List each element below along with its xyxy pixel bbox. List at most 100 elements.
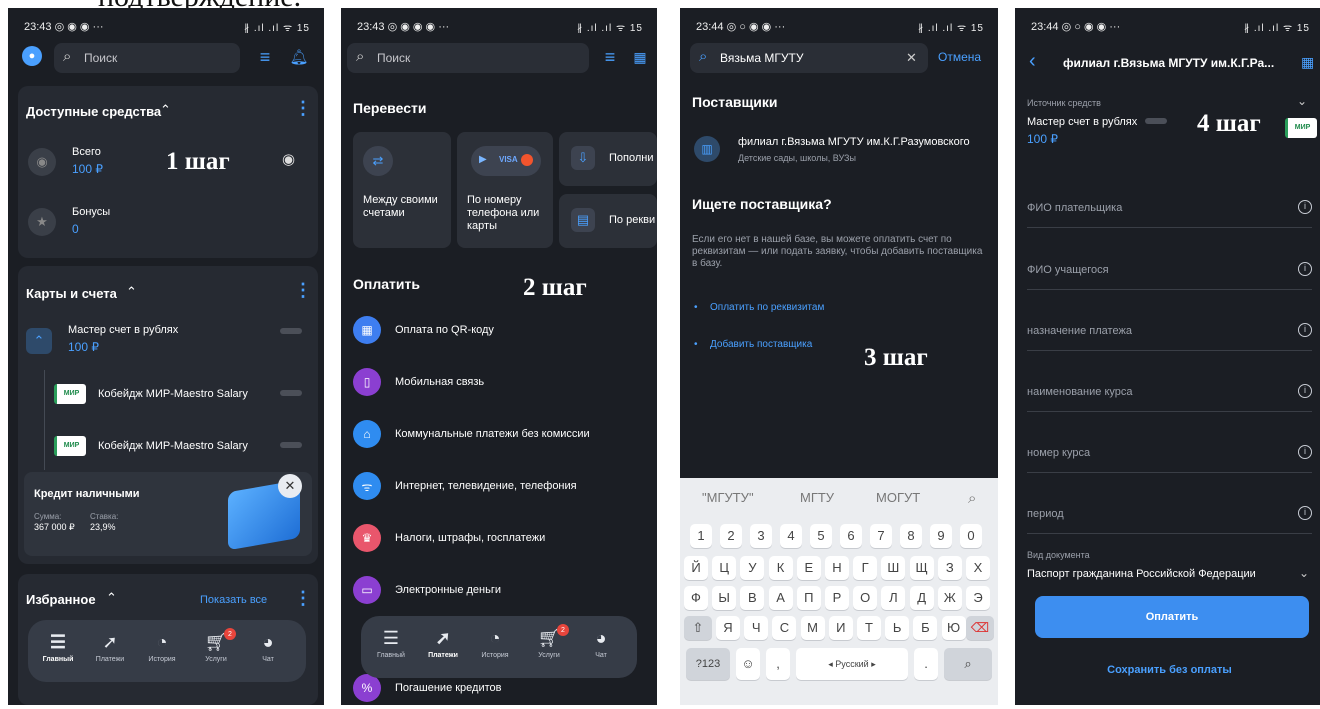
course-number-field[interactable]: номер курса i bbox=[1027, 429, 1312, 473]
letter-key[interactable]: О bbox=[853, 586, 878, 610]
letter-key[interactable]: Ш bbox=[881, 556, 906, 580]
digit-key[interactable]: 6 bbox=[840, 524, 862, 548]
eye-icon[interactable]: ◉ bbox=[282, 150, 295, 168]
shift-key[interactable]: ⇧ bbox=[684, 616, 712, 640]
letter-key[interactable]: Ц bbox=[712, 556, 737, 580]
more-icon[interactable]: ⋮ bbox=[294, 280, 312, 301]
digit-key[interactable]: 2 bbox=[720, 524, 742, 548]
letter-key[interactable]: Щ bbox=[909, 556, 934, 580]
supplier-name[interactable]: филиал г.Вязьма МГУТУ им.К.Г.Разумовског… bbox=[738, 136, 970, 148]
nav-home[interactable]: ☰ Главный bbox=[36, 632, 80, 663]
chevron-down-icon[interactable]: ⌄ bbox=[1297, 94, 1307, 108]
close-icon[interactable]: ✕ bbox=[278, 474, 302, 498]
suggestion[interactable]: "МГУТУ" bbox=[702, 490, 754, 505]
suggestion[interactable]: МГТУ bbox=[800, 490, 834, 505]
letter-key[interactable]: Э bbox=[966, 586, 990, 610]
letter-key[interactable]: Ь bbox=[885, 616, 910, 640]
document-type-select[interactable]: Вид документа Паспорт гражданина Российс… bbox=[1027, 546, 1317, 592]
letter-key[interactable]: С bbox=[772, 616, 797, 640]
pay-button[interactable]: Оплатить bbox=[1035, 596, 1309, 638]
letter-key[interactable]: Ч bbox=[744, 616, 769, 640]
nav-payments[interactable]: ➚ Платежи bbox=[421, 628, 465, 659]
letter-key[interactable]: В bbox=[740, 586, 765, 610]
tile-topup[interactable]: ⇩ Пополни bbox=[559, 132, 657, 186]
digit-key[interactable]: 8 bbox=[900, 524, 922, 548]
letter-key[interactable]: К bbox=[768, 556, 793, 580]
clear-icon[interactable]: ✕ bbox=[906, 50, 917, 66]
expand-icon[interactable]: ⌃ bbox=[26, 328, 52, 354]
letter-key[interactable]: Р bbox=[825, 586, 849, 610]
letter-key[interactable]: Я bbox=[716, 616, 740, 640]
back-icon[interactable]: ‹ bbox=[1029, 50, 1036, 73]
period-key[interactable]: . bbox=[914, 648, 938, 680]
letter-key[interactable]: А bbox=[768, 586, 793, 610]
chevron-up-icon[interactable]: ⌃ bbox=[160, 102, 171, 118]
cancel-button[interactable]: Отмена bbox=[938, 50, 981, 64]
card-name[interactable]: Кобейдж МИР-Maestro Salary bbox=[98, 388, 248, 400]
search-key[interactable]: ⌕ bbox=[944, 648, 992, 680]
tile-between-accounts[interactable]: ⇄ Между своими счетами bbox=[353, 132, 451, 248]
account-name[interactable]: Мастер счет в рублях bbox=[68, 324, 178, 336]
source-selector[interactable]: Источник средств Мастер счет в рублях 10… bbox=[1027, 90, 1317, 150]
letter-key[interactable]: Б bbox=[913, 616, 938, 640]
nav-chat[interactable]: ◕ Чат bbox=[579, 628, 623, 659]
letter-key[interactable]: Н bbox=[825, 556, 849, 580]
more-icon[interactable]: ⋮ bbox=[294, 98, 312, 119]
favorites-title[interactable]: Избранное bbox=[26, 592, 96, 607]
digit-key[interactable]: 5 bbox=[810, 524, 832, 548]
letter-key[interactable]: Ю bbox=[941, 616, 966, 640]
bell-icon[interactable]: 🔔︎ bbox=[288, 46, 310, 68]
letter-key[interactable]: Ы bbox=[712, 586, 737, 610]
search-input[interactable]: ⌕ Вязьма МГУТУ bbox=[690, 43, 928, 73]
nav-home[interactable]: ☰ Главный bbox=[369, 628, 413, 659]
show-all-link[interactable]: Показать все bbox=[200, 594, 267, 606]
letter-key[interactable]: Е bbox=[796, 556, 821, 580]
backspace-key[interactable]: ⌫ bbox=[966, 616, 994, 640]
nav-history[interactable]: ◔ История bbox=[140, 632, 184, 663]
search-icon[interactable]: ⌕ bbox=[968, 490, 976, 507]
suggestion[interactable]: МОГУТ bbox=[876, 490, 920, 505]
period-field[interactable]: период i bbox=[1027, 490, 1312, 534]
space-key[interactable]: ◂ Русский ▸ bbox=[796, 648, 908, 680]
letter-key[interactable]: Й bbox=[684, 556, 708, 580]
tile-by-phone[interactable]: ▶ VISA По номеру телефона или карты bbox=[457, 132, 553, 248]
digit-key[interactable]: 0 bbox=[960, 524, 982, 548]
letter-key[interactable]: Д bbox=[909, 586, 934, 610]
qr-icon[interactable]: ▦ bbox=[629, 46, 651, 68]
qr-icon[interactable]: ▦ bbox=[1301, 54, 1314, 71]
course-name-field[interactable]: наименование курса i bbox=[1027, 368, 1312, 412]
symbols-key[interactable]: ?123 bbox=[686, 648, 730, 680]
menu-icon[interactable]: ≡ bbox=[599, 46, 621, 68]
letter-key[interactable]: Х bbox=[966, 556, 990, 580]
letter-key[interactable]: Ж bbox=[937, 586, 962, 610]
search-input[interactable]: ⌕ Поиск bbox=[54, 43, 240, 73]
letter-key[interactable]: З bbox=[937, 556, 962, 580]
payer-name-field[interactable]: ФИО плательщика i bbox=[1027, 184, 1312, 228]
pay-by-requisites-link[interactable]: Оплатить по реквизитам bbox=[710, 302, 824, 313]
chevron-up-icon[interactable]: ⌃ bbox=[106, 590, 117, 606]
list-item[interactable]: ▭ Электронные деньги bbox=[353, 574, 657, 614]
tile-requisites[interactable]: ▤ По рекви bbox=[559, 194, 657, 248]
digit-key[interactable]: 9 bbox=[930, 524, 952, 548]
letter-key[interactable]: Г bbox=[853, 556, 878, 580]
letter-key[interactable]: И bbox=[828, 616, 853, 640]
list-item[interactable]: ▦ Оплата по QR-коду bbox=[353, 314, 657, 354]
microphone-key[interactable]: , bbox=[766, 648, 790, 680]
digit-key[interactable]: 3 bbox=[750, 524, 772, 548]
digit-key[interactable]: 4 bbox=[780, 524, 802, 548]
list-item[interactable]: ᯤ Интернет, телевидение, телефония bbox=[353, 470, 657, 510]
chevron-down-icon[interactable]: ⌄ bbox=[1299, 566, 1309, 580]
emoji-key[interactable]: ☺ bbox=[736, 648, 760, 680]
letter-key[interactable]: У bbox=[740, 556, 765, 580]
digit-key[interactable]: 7 bbox=[870, 524, 892, 548]
payment-purpose-field[interactable]: назначение платежа i bbox=[1027, 307, 1312, 351]
avatar-icon[interactable]: ● bbox=[22, 46, 42, 66]
search-input[interactable]: ⌕ Поиск bbox=[347, 43, 589, 73]
list-item[interactable]: ⌂ Коммунальные платежи без комиссии bbox=[353, 418, 657, 458]
letter-key[interactable]: Ф bbox=[684, 586, 708, 610]
letter-key[interactable]: П bbox=[796, 586, 821, 610]
letter-key[interactable]: Т bbox=[857, 616, 881, 640]
nav-chat[interactable]: ◕ Чат bbox=[246, 632, 290, 663]
more-icon[interactable]: ⋮ bbox=[294, 588, 312, 609]
nav-payments[interactable]: ➚ Платежи bbox=[88, 632, 132, 663]
